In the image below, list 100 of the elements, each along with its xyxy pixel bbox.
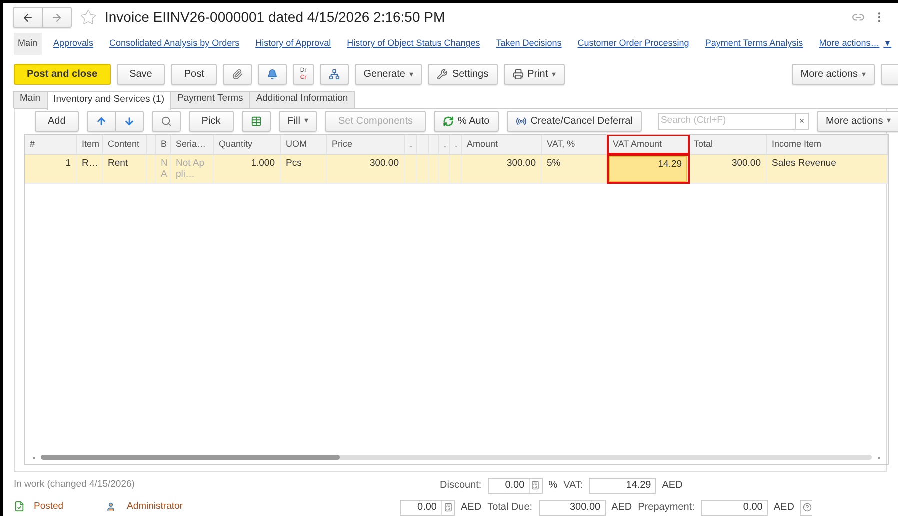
table-cell-text: 5% <box>546 157 562 172</box>
column-header[interactable]: . <box>450 135 462 154</box>
scrollbar-thumb[interactable] <box>41 455 340 460</box>
amount-field[interactable]: 0.00 <box>700 500 768 516</box>
unit-label: % <box>548 479 558 494</box>
column-header[interactable]: # <box>25 135 77 154</box>
table-row[interactable]: 1 R… Rent NA Not Appli… 1.000 Pcs 300.00 300.00 5% 14.29 300.00 Sales Revenue <box>25 155 888 184</box>
summary-label: Total Due: <box>488 501 533 516</box>
nav-link[interactable]: History of Object Status Changes <box>343 33 484 55</box>
scrollbar-track[interactable] <box>41 455 872 460</box>
spreadsheet-button[interactable] <box>242 110 271 132</box>
move-up-button[interactable] <box>86 110 116 132</box>
post-and-close-button[interactable]: Post and close <box>14 64 111 86</box>
nav-link[interactable]: Main <box>14 33 42 55</box>
arrow-up-icon <box>96 116 107 127</box>
column-header[interactable]: Seria… <box>171 135 214 154</box>
column-header[interactable]: . <box>439 135 450 154</box>
nav-link[interactable]: Approvals <box>50 33 98 55</box>
amount-field[interactable]: 14.29 <box>589 478 656 494</box>
paperclip-icon <box>232 69 244 80</box>
caret-icon: ▾ <box>409 68 414 81</box>
caret-icon: ▾ <box>304 115 308 128</box>
column-header[interactable]: Price <box>327 135 405 154</box>
scroll-right-icon[interactable] <box>878 456 880 459</box>
amount-field[interactable]: 300.00 <box>538 500 606 516</box>
star-icon[interactable] <box>80 9 97 26</box>
tab[interactable]: Inventory and Services (1) <box>46 90 172 110</box>
toolbar-button[interactable]: Save <box>116 64 166 86</box>
column-header[interactable]: VAT, % <box>542 135 608 154</box>
tab[interactable]: Main <box>13 90 48 108</box>
nav-link[interactable]: History of Approval <box>252 33 336 55</box>
column-header[interactable]: Total <box>689 135 767 154</box>
column-header[interactable]: Item <box>77 135 103 154</box>
calculator-icon <box>531 481 540 490</box>
table-cell-text: 1.000 <box>250 157 276 172</box>
nav-link[interactable]: Payment Terms Analysis <box>701 33 808 55</box>
column-header[interactable]: Content <box>103 135 147 154</box>
nav-link[interactable]: Customer Order Processing <box>574 33 694 55</box>
column-header[interactable]: Quantity <box>214 135 281 154</box>
tab[interactable]: Additional Information <box>249 90 356 108</box>
toolbar-button[interactable]: Add <box>35 110 79 132</box>
column-header[interactable]: Income Item <box>767 135 888 154</box>
table-cell: 14.29 <box>609 156 687 182</box>
auto-percent-button[interactable]: % Auto <box>434 110 499 132</box>
menu-button[interactable]: Generate ▾ <box>354 64 422 86</box>
unit-label: AED <box>461 501 482 516</box>
caret-icon: ▼ <box>884 38 892 50</box>
settings-button[interactable]: Settings <box>428 64 498 86</box>
status-text: In work (changed 4/15/2026) <box>14 478 136 492</box>
paperclip-button[interactable] <box>223 64 252 86</box>
unit-label: AED <box>612 501 632 516</box>
table-cell-text: 1 <box>64 157 72 172</box>
more-actions-link[interactable]: More actions… ▼ <box>815 33 896 55</box>
calculator-field[interactable]: 0.00 <box>488 478 543 494</box>
table-cell-text: 300.00 <box>368 157 400 172</box>
calculator-field[interactable]: 0.00 <box>400 500 455 516</box>
more-actions-button[interactable]: More actions ▾ <box>816 110 898 132</box>
column-header[interactable]: . <box>405 135 417 154</box>
spreadsheet-icon <box>250 116 262 127</box>
column-header[interactable]: B <box>156 135 171 154</box>
toolbar-button[interactable]: Post <box>171 64 218 86</box>
caret-icon: ▾ <box>862 68 866 81</box>
help-icon <box>803 503 812 512</box>
move-down-button[interactable] <box>116 110 144 132</box>
menu-button[interactable]: Fill ▾ <box>278 110 318 132</box>
bell-icon <box>267 69 278 80</box>
tools-icon <box>437 69 448 80</box>
clear-button[interactable]: × <box>794 114 808 129</box>
unit-label: AED <box>774 501 794 516</box>
printer-icon <box>512 69 524 80</box>
caret-icon: ▾ <box>887 115 892 128</box>
calculator-icon <box>444 503 452 512</box>
summary-label: Prepayment: <box>638 501 695 516</box>
tab[interactable]: Payment Terms <box>170 90 250 108</box>
caret-icon: ▾ <box>552 68 556 81</box>
unit-label: AED <box>662 479 683 494</box>
more-actions-button[interactable]: More actions ▾ <box>792 64 875 86</box>
refresh-icon <box>442 116 454 127</box>
nav-link[interactable]: Consolidated Analysis by Orders <box>106 33 244 55</box>
print-button[interactable]: Print ▾ <box>504 64 566 86</box>
table-cell-text: 300.00 <box>730 157 762 172</box>
bell-button[interactable] <box>258 64 288 86</box>
table-cell-text: Pcs <box>285 157 303 172</box>
back-button[interactable] <box>13 7 43 28</box>
search-field[interactable]: Search (Ctrl+F) × <box>658 112 809 130</box>
deferral-button[interactable]: Create/Cancel Deferral <box>506 110 642 132</box>
search-icon <box>160 116 172 127</box>
toolbar-button[interactable]: Pick <box>188 110 234 132</box>
column-header[interactable]: UOM <box>281 135 327 154</box>
find-button[interactable] <box>152 110 181 132</box>
table-cell-text: Sales Revenue <box>771 157 838 172</box>
arrow-right-icon <box>51 12 63 24</box>
structure-button[interactable] <box>320 64 349 86</box>
column-header[interactable]: VAT Amount <box>608 135 689 154</box>
table-cell-text: Rent <box>107 157 130 172</box>
nav-link[interactable]: Taken Decisions <box>492 33 566 55</box>
arrow-down-icon <box>124 116 135 127</box>
scroll-left-icon[interactable] <box>33 456 35 459</box>
column-header[interactable]: Amount <box>462 135 542 154</box>
signal-icon <box>516 116 527 127</box>
